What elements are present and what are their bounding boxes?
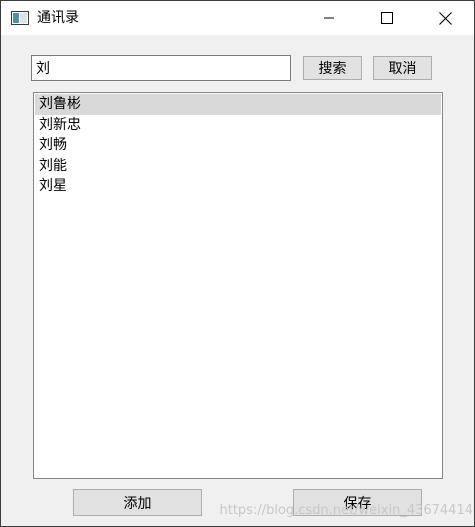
list-item[interactable]: 刘新忠 xyxy=(35,115,441,136)
window-title: 通讯录 xyxy=(37,10,79,26)
search-button[interactable]: 搜索 xyxy=(303,56,362,80)
close-icon xyxy=(438,11,452,25)
cancel-button[interactable]: 取消 xyxy=(373,56,432,80)
minimize-icon xyxy=(324,17,334,19)
list-item[interactable]: 刘畅 xyxy=(35,135,441,156)
list-item[interactable]: 刘鲁彬 xyxy=(35,94,441,115)
list-item[interactable]: 刘星 xyxy=(35,176,441,197)
title-bar[interactable]: 通讯录 xyxy=(1,1,474,35)
list-item[interactable]: 刘能 xyxy=(35,156,441,177)
maximize-button[interactable] xyxy=(358,1,416,35)
search-input[interactable] xyxy=(31,55,291,81)
contacts-window: 通讯录 搜索 取消 刘鲁彬 刘新忠 刘畅 刘能 刘星 添加 保存 https:/… xyxy=(0,0,475,527)
watermark-text: https://blog.csdn.net/weixin_43674414 xyxy=(219,503,473,518)
add-button[interactable]: 添加 xyxy=(73,489,202,516)
contact-list[interactable]: 刘鲁彬 刘新忠 刘畅 刘能 刘星 xyxy=(33,92,443,479)
maximize-icon xyxy=(381,12,393,24)
app-window-icon xyxy=(11,11,29,25)
close-button[interactable] xyxy=(416,1,474,35)
minimize-button[interactable] xyxy=(300,1,358,35)
